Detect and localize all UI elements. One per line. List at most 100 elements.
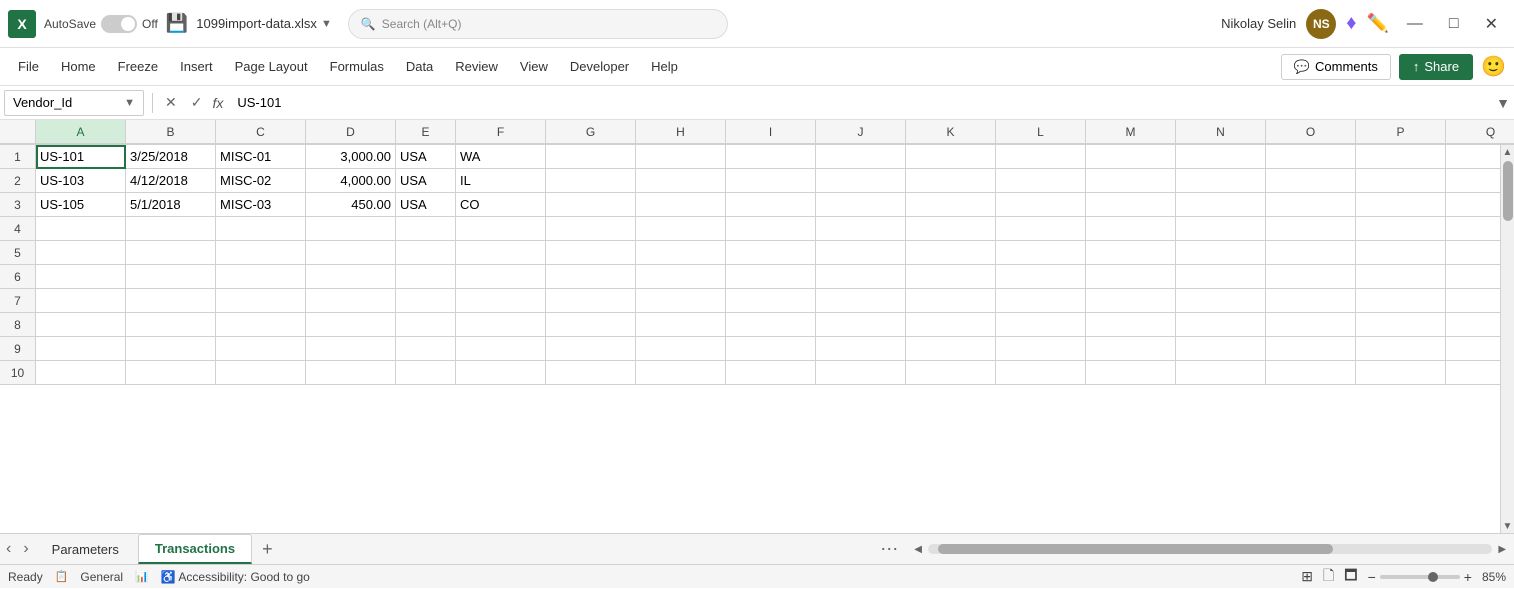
filename-dropdown-icon[interactable]: ▼ [321,18,332,30]
sheet-prev-button[interactable]: ‹ [0,536,17,562]
cell-M5[interactable] [1086,241,1176,265]
cell-C8[interactable] [216,313,306,337]
pen-icon[interactable]: ✏️ [1367,13,1389,34]
cell-M2[interactable] [1086,169,1176,193]
cell-B2[interactable]: 4/12/2018 [126,169,216,193]
cell-D7[interactable] [306,289,396,313]
cell-I8[interactable] [726,313,816,337]
cell-J1[interactable] [816,145,906,169]
cell-C9[interactable] [216,337,306,361]
cell-A2[interactable]: US-103 [36,169,126,193]
cell-I5[interactable] [726,241,816,265]
cell-Q9[interactable] [1446,337,1500,361]
col-header-N[interactable]: N [1176,120,1266,144]
cell-E3[interactable]: USA [396,193,456,217]
cell-F5[interactable] [456,241,546,265]
cell-E6[interactable] [396,265,456,289]
cell-N9[interactable] [1176,337,1266,361]
menu-view[interactable]: View [510,55,558,78]
diamond-icon[interactable]: ♦ [1346,12,1356,35]
cell-H1[interactable] [636,145,726,169]
cell-P4[interactable] [1356,217,1446,241]
cell-D5[interactable] [306,241,396,265]
row-num-5[interactable]: 5 [0,241,36,265]
cell-K3[interactable] [906,193,996,217]
col-header-Q[interactable]: Q [1446,120,1514,144]
cell-N3[interactable] [1176,193,1266,217]
col-header-B[interactable]: B [126,120,216,144]
cell-M3[interactable] [1086,193,1176,217]
row-num-1[interactable]: 1 [0,145,36,169]
cell-I3[interactable] [726,193,816,217]
cell-A8[interactable] [36,313,126,337]
scroll-up-arrow[interactable]: ▲ [1501,145,1514,159]
cell-N6[interactable] [1176,265,1266,289]
cell-M6[interactable] [1086,265,1176,289]
share-button[interactable]: ↑ Share [1399,54,1473,80]
cell-Q6[interactable] [1446,265,1500,289]
cell-A3[interactable]: US-105 [36,193,126,217]
cell-G1[interactable] [546,145,636,169]
cell-N8[interactable] [1176,313,1266,337]
cell-H4[interactable] [636,217,726,241]
cell-F4[interactable] [456,217,546,241]
cell-B6[interactable] [126,265,216,289]
vertical-scrollbar[interactable]: ▲ ▼ [1500,145,1514,533]
cell-N1[interactable] [1176,145,1266,169]
cell-B4[interactable] [126,217,216,241]
cell-D10[interactable] [306,361,396,385]
cell-L1[interactable] [996,145,1086,169]
cell-O6[interactable] [1266,265,1356,289]
cell-Q2[interactable] [1446,169,1500,193]
cell-M4[interactable] [1086,217,1176,241]
cell-B7[interactable] [126,289,216,313]
col-header-F[interactable]: F [456,120,546,144]
cell-G5[interactable] [546,241,636,265]
cell-J2[interactable] [816,169,906,193]
add-sheet-button[interactable]: + [254,534,281,564]
cell-M8[interactable] [1086,313,1176,337]
minimize-button[interactable]: — [1399,11,1431,37]
cell-F8[interactable] [456,313,546,337]
cell-ref-dropdown-icon[interactable]: ▼ [124,97,135,109]
col-header-H[interactable]: H [636,120,726,144]
scroll-track[interactable] [1501,159,1514,519]
cell-F9[interactable] [456,337,546,361]
cell-I7[interactable] [726,289,816,313]
formula-input[interactable] [231,90,1492,116]
cell-E8[interactable] [396,313,456,337]
menu-review[interactable]: Review [445,55,508,78]
cancel-icon[interactable]: ✕ [161,92,181,113]
col-header-K[interactable]: K [906,120,996,144]
cell-F2[interactable]: IL [456,169,546,193]
corner-cell[interactable] [0,120,36,144]
cell-E10[interactable] [396,361,456,385]
cell-B10[interactable] [126,361,216,385]
cell-L8[interactable] [996,313,1086,337]
emoji-button[interactable]: 🙂 [1481,54,1506,80]
h-scroll-right-arrow[interactable]: ▶ [1498,544,1506,555]
cell-L5[interactable] [996,241,1086,265]
cell-L2[interactable] [996,169,1086,193]
scroll-thumb[interactable] [1503,161,1513,221]
cell-M10[interactable] [1086,361,1176,385]
menu-file[interactable]: File [8,55,49,78]
cell-N7[interactable] [1176,289,1266,313]
h-scroll-thumb[interactable] [938,544,1333,554]
cell-P7[interactable] [1356,289,1446,313]
cell-O3[interactable] [1266,193,1356,217]
cell-C2[interactable]: MISC-02 [216,169,306,193]
cell-D8[interactable] [306,313,396,337]
cell-P1[interactable] [1356,145,1446,169]
cell-J3[interactable] [816,193,906,217]
menu-freeze[interactable]: Freeze [108,55,168,78]
cell-H5[interactable] [636,241,726,265]
col-header-A[interactable]: A [36,120,126,144]
row-num-6[interactable]: 6 [0,265,36,289]
cell-O8[interactable] [1266,313,1356,337]
h-scroll-track[interactable] [928,544,1492,554]
cell-M9[interactable] [1086,337,1176,361]
menu-page-layout[interactable]: Page Layout [225,55,318,78]
cell-L4[interactable] [996,217,1086,241]
cell-I2[interactable] [726,169,816,193]
